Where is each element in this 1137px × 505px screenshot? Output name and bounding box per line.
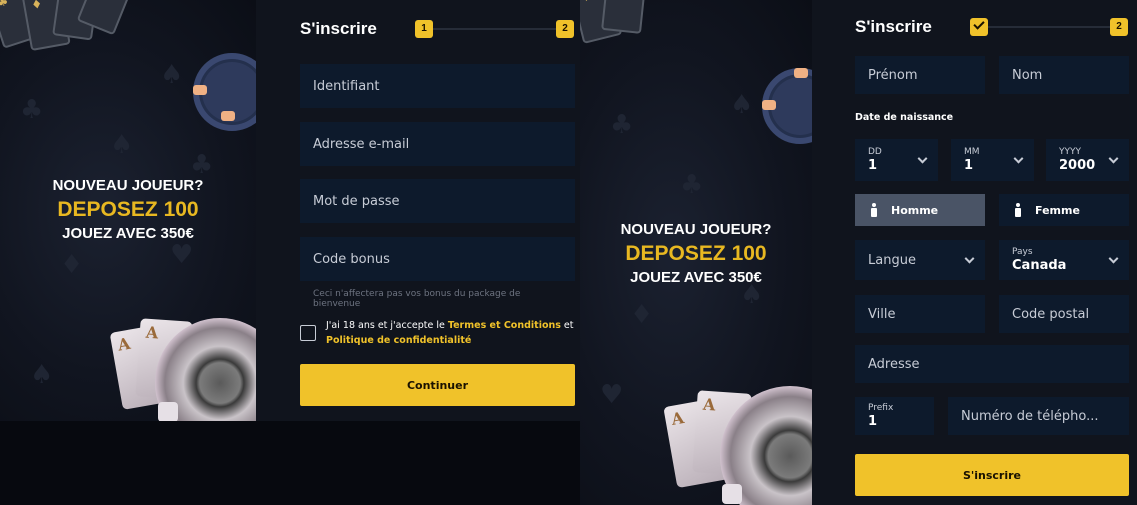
language-select[interactable]: Langue xyxy=(855,240,985,280)
signup-screens: ♣ ♠ ♠ ♦ ♥ ♠ ♣ ♣ ♦ J K NOUVEAU JOUEUR? DE… xyxy=(0,0,1137,505)
step-indicator-1: 1 xyxy=(415,20,433,38)
spade-icon: ♠ xyxy=(110,130,134,160)
chevron-down-icon xyxy=(917,153,928,164)
step-indicator-2: 2 xyxy=(1110,18,1128,36)
gender-male-button[interactable]: Homme xyxy=(855,194,985,226)
spade-icon: ♠ xyxy=(730,90,754,120)
language-label: Langue xyxy=(868,252,916,268)
bonus-code-input[interactable]: Code bonus xyxy=(300,237,575,281)
male-label: Homme xyxy=(891,203,939,217)
bonus-note: Ceci n'affectera pas vos bonus du packag… xyxy=(313,289,521,309)
promo-text: NOUVEAU JOUEUR? DEPOSEZ 100 JOUEZ AVEC 3… xyxy=(580,219,812,289)
chevron-down-icon xyxy=(964,253,975,264)
country-label: Pays xyxy=(1012,247,1033,257)
dice-icon xyxy=(158,402,178,421)
female-label: Femme xyxy=(1035,203,1080,217)
promo-line-3: JOUEZ AVEC 350€ xyxy=(62,225,194,242)
dob-day-select[interactable]: DD 1 xyxy=(855,139,938,181)
password-input[interactable]: Mot de passe xyxy=(300,179,575,223)
firstname-input[interactable]: Prénom xyxy=(855,56,985,94)
dob-label: Date de naissance xyxy=(855,112,954,123)
step-progress-line xyxy=(424,28,566,30)
continue-button[interactable]: Continuer xyxy=(300,364,575,406)
club-icon: ♣ xyxy=(20,95,44,125)
gender-female-button[interactable]: Femme xyxy=(999,194,1129,226)
terms-prefix: J'ai 18 ans et j'accepte le xyxy=(326,320,448,331)
club-icon: ♣ xyxy=(610,110,634,140)
terms-text: J'ai 18 ans et j'accepte le Termes et Co… xyxy=(326,318,576,348)
promo-text: NOUVEAU JOUEUR? DEPOSEZ 100 JOUEZ AVEC 3… xyxy=(0,175,256,245)
form-title: S'inscrire xyxy=(855,17,932,36)
chevron-down-icon xyxy=(1013,153,1024,164)
female-icon xyxy=(1015,203,1021,217)
year-value: 2000 xyxy=(1059,158,1096,173)
step-progress-line xyxy=(976,26,1116,28)
day-label: DD xyxy=(868,147,882,157)
city-input[interactable]: Ville xyxy=(855,295,985,333)
signup-submit-button[interactable]: S'inscrire xyxy=(855,454,1129,496)
postal-code-input[interactable]: Code postal xyxy=(999,295,1129,333)
diamond-icon: ♦ xyxy=(60,250,84,280)
playing-card-icon: J xyxy=(601,0,647,34)
signup-form-step-1: S'inscrire 1 2 Identifiant Adresse e-mai… xyxy=(256,0,580,421)
country-select[interactable]: Pays Canada xyxy=(999,240,1129,280)
terms-mid: et xyxy=(560,320,574,331)
diamond-icon: ♦ xyxy=(630,300,654,330)
step-indicator-2: 2 xyxy=(556,20,574,38)
terms-checkbox[interactable] xyxy=(300,325,316,341)
promo-line-1: NOUVEAU JOUEUR? xyxy=(52,177,204,194)
casino-chip-icon xyxy=(193,53,256,131)
terms-link[interactable]: Termes et Conditions xyxy=(448,320,561,331)
chevron-down-icon xyxy=(1108,153,1119,164)
male-icon xyxy=(871,203,877,217)
chevron-down-icon xyxy=(1108,253,1119,264)
casino-chip-icon xyxy=(762,68,812,144)
dob-month-select[interactable]: MM 1 xyxy=(951,139,1034,181)
address-input[interactable]: Adresse xyxy=(855,345,1129,383)
step-indicator-1-done xyxy=(970,18,988,36)
prefix-value: 1 xyxy=(868,414,878,429)
username-input[interactable]: Identifiant xyxy=(300,64,575,108)
check-icon xyxy=(973,18,985,30)
month-label: MM xyxy=(964,147,980,157)
promo-line-2: DEPOSEZ 100 xyxy=(57,198,199,221)
spade-icon: ♠ xyxy=(160,60,184,90)
privacy-link[interactable]: Politique de confidentialité xyxy=(326,335,471,346)
promo-line-1: NOUVEAU JOUEUR? xyxy=(620,221,772,238)
lastname-input[interactable]: Nom xyxy=(999,56,1129,94)
country-value: Canada xyxy=(1012,258,1067,273)
signup-form-step-2: S'inscrire 2 Prénom Nom Date de naissanc… xyxy=(812,0,1137,505)
form-title: S'inscrire xyxy=(300,19,377,38)
promo-line-3: JOUEZ AVEC 350€ xyxy=(630,269,762,286)
dob-year-select[interactable]: YYYY 2000 xyxy=(1046,139,1129,181)
promo-line-2: DEPOSEZ 100 xyxy=(625,242,767,265)
club-icon: ♣ xyxy=(680,170,704,200)
dice-icon xyxy=(722,484,742,504)
phone-prefix-input[interactable]: Prefix 1 xyxy=(855,397,934,435)
phone-input[interactable]: Numéro de télépho... xyxy=(948,397,1129,435)
day-value: 1 xyxy=(868,158,878,173)
heart-icon: ♥ xyxy=(600,380,624,410)
promo-panel-right: ♣ ♣ ♠ ♦ ♠ ♥ ♦ J NOUVEAU JOUEUR? DEPOSEZ … xyxy=(580,0,812,505)
spade-icon: ♠ xyxy=(30,360,54,390)
email-input[interactable]: Adresse e-mail xyxy=(300,122,575,166)
year-label: YYYY xyxy=(1059,147,1081,157)
month-value: 1 xyxy=(964,158,974,173)
prefix-label: Prefix xyxy=(868,403,894,413)
promo-panel-left: ♣ ♠ ♠ ♦ ♥ ♠ ♣ ♣ ♦ J K NOUVEAU JOUEUR? DE… xyxy=(0,0,256,421)
